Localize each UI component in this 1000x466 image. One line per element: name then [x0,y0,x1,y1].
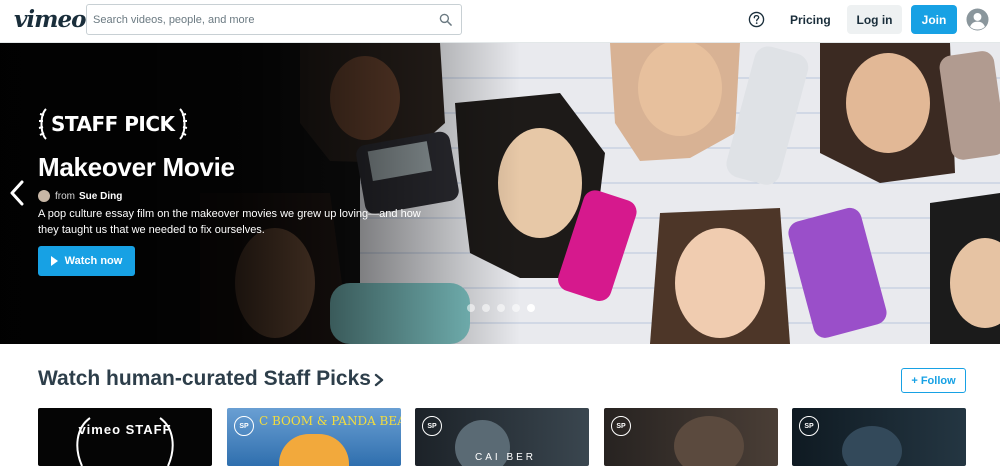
staff-picks-row: vimeo STAFF SP C BOOM & PANDA BEAR SP CA… [38,408,966,466]
staff-pick-badge: STAFF PICK [38,107,188,141]
laurel-icon [76,417,174,466]
watch-now-label: Watch now [64,255,123,267]
hero-description: A pop culture essay film on the makeover… [38,208,421,236]
thumbnail-art [674,416,744,466]
carousel-dot[interactable] [512,304,520,312]
author-avatar[interactable] [38,190,50,202]
follow-button[interactable]: + Follow [901,368,966,393]
from-label: from [55,190,75,202]
laurel-right-icon [178,108,187,140]
video-thumbnail[interactable]: SP CAI BER [415,408,589,466]
chevron-right-icon[interactable] [373,373,385,387]
thumbnail-art [842,426,902,466]
staff-pick-label: STAFF PICK [51,112,175,136]
vimeo-logo[interactable]: vimeo [14,6,86,33]
search-icon[interactable] [439,13,452,26]
user-avatar-icon[interactable] [966,8,989,31]
pricing-link[interactable]: Pricing [790,13,831,27]
staff-pick-badge-small: SP [234,416,254,436]
hero-banner[interactable]: STAFF PICK Makeover Movie from Sue Ding … [0,43,1000,344]
watch-now-button[interactable]: Watch now [38,246,135,276]
video-thumbnail[interactable]: SP [792,408,966,466]
thumbnail-caption: CAI BER [475,452,537,463]
help-icon[interactable] [748,11,765,28]
section-title[interactable]: Watch human-curated Staff Picks [38,367,371,391]
hero-title[interactable]: Makeover Movie [38,152,235,183]
chevron-left-icon[interactable] [9,180,25,206]
login-button[interactable]: Log in [847,5,902,34]
staff-pick-badge-small: SP [799,416,819,436]
carousel-dot-active[interactable] [527,304,535,312]
thumbnail-art [279,434,349,466]
join-button[interactable]: Join [911,5,957,34]
play-icon [50,256,58,266]
staff-pick-badge-small: SP [422,416,442,436]
thumbnail-caption: C BOOM & PANDA BEAR [259,414,401,428]
staff-pick-badge-small: SP [611,416,631,436]
laurel-left-icon [38,108,47,140]
search-input[interactable] [87,5,427,34]
carousel-dot[interactable] [467,304,475,312]
carousel-dot[interactable] [497,304,505,312]
video-thumbnail[interactable]: SP C BOOM & PANDA BEAR [227,408,401,466]
carousel-dots [467,304,535,312]
video-thumbnail[interactable]: vimeo STAFF [38,408,212,466]
carousel-dot[interactable] [482,304,490,312]
author-name-link[interactable]: Sue Ding [79,191,122,202]
video-thumbnail[interactable]: SP [604,408,778,466]
hero-author: from Sue Ding [38,189,122,203]
top-nav: vimeo Pricing Log in Join [0,0,1000,43]
search-box[interactable] [86,4,462,35]
